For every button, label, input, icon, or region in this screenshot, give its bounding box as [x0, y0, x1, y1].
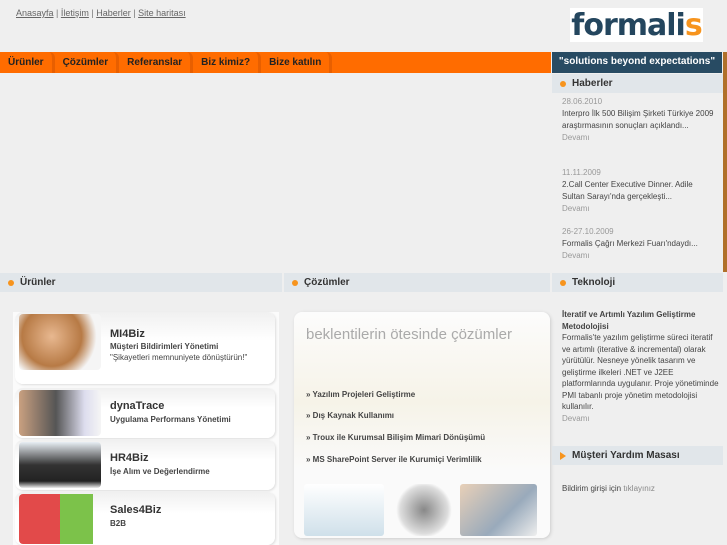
helpdesk-title: Müşteri Yardım Masası: [572, 450, 680, 461]
news-more-link[interactable]: Devamı: [562, 132, 717, 144]
news-item: 11.11.2009 2.Call Center Executive Dinner…: [562, 167, 717, 215]
product-sales4biz[interactable]: Sales4Biz B2B: [15, 492, 275, 545]
product-image: [19, 314, 101, 370]
team-image: [460, 484, 537, 536]
helpdesk-text: Bildirim girişi için tıklayınız: [562, 484, 655, 493]
solution-link[interactable]: » Troux ile Kurumsal Bilişim Mimari Dönü…: [306, 433, 485, 442]
news-date: 11.11.2009: [562, 168, 601, 177]
nav-biz-kimiz[interactable]: Biz kimiz?: [193, 52, 262, 73]
solution-link[interactable]: » MS SharePoint Server ile Kurumiçi Veri…: [306, 455, 482, 464]
helpdesk-label: Bildirim girişi için: [562, 484, 624, 493]
link-sitemap[interactable]: Site haritası: [138, 8, 186, 18]
solutions-title: Çözümler: [304, 277, 350, 288]
news-text: Formalis Çağrı Merkezi Fuarı'ndaydı...: [562, 239, 698, 248]
nav-cozumler[interactable]: Çözümler: [55, 52, 120, 73]
technology-heading: İteratif ve Artımlı Yazılım Geliştirme M…: [562, 310, 696, 331]
technology-header: Teknoloji: [552, 273, 723, 292]
product-quote: "Şikayetleri memnuniyete dönüştürün!": [110, 353, 248, 362]
technology-body: Formalis'te yazılım geliştirme süreci it…: [562, 333, 719, 411]
news-text: Interpro İlk 500 Bilişim Şirketi Türkiye…: [562, 109, 714, 130]
news-more-link[interactable]: Devamı: [562, 250, 717, 262]
link-news[interactable]: Haberler: [96, 8, 131, 18]
products-box: MI4Biz Müşteri Bildirimleri Yönetimi "Şi…: [13, 312, 279, 545]
bullet-icon: [560, 81, 566, 87]
solutions-box: beklentilerin ötesinde çözümler » Yazılı…: [294, 312, 550, 538]
news-text: 2.Call Center Executive Dinner. Adile Su…: [562, 180, 693, 201]
technology-title: Teknoloji: [572, 277, 616, 288]
slogan: "solutions beyond expectations": [552, 52, 722, 73]
arrow-right-icon: [560, 452, 566, 460]
product-subtitle: B2B: [110, 519, 127, 528]
product-subtitle: Müşteri Bildirimleri Yönetimi: [110, 342, 219, 351]
bullet-icon: [292, 280, 298, 286]
product-hr4biz[interactable]: HR4Biz İşe Alım ve Değerlendirme: [15, 440, 275, 490]
technology-more-link[interactable]: Devamı: [562, 414, 590, 423]
product-name: Sales4Biz: [110, 504, 162, 516]
technology-content: İteratif ve Artımlı Yazılım Geliştirme M…: [562, 309, 720, 424]
product-mi4biz[interactable]: MI4Biz Müşteri Bildirimleri Yönetimi "Şi…: [15, 312, 275, 384]
news-header: Haberler: [552, 74, 723, 93]
product-image: [19, 390, 101, 436]
solution-link[interactable]: » Dış Kaynak Kullanımı: [306, 411, 394, 420]
news-date: 26-27.10.2009: [562, 227, 614, 236]
scroll-edge: [723, 52, 727, 272]
logo-accent: s: [684, 7, 703, 43]
main-nav: Ürünler Çözümler Referanslar Biz kimiz? …: [0, 52, 551, 73]
helpdesk-header: Müşteri Yardım Masası: [552, 446, 723, 465]
products-title: Ürünler: [20, 277, 56, 288]
formalis-logo[interactable]: formali s: [570, 7, 703, 43]
link-contact[interactable]: İletişim: [61, 8, 89, 18]
bullet-icon: [560, 280, 566, 286]
network-image: [304, 484, 384, 536]
news-item: 26-27.10.2009 Formalis Çağrı Merkezi Fuar…: [562, 226, 717, 262]
helpdesk-link[interactable]: tıklayınız: [623, 484, 655, 493]
product-name: HR4Biz: [110, 452, 149, 464]
products-header: Ürünler: [0, 273, 282, 292]
bullet-icon: [8, 280, 14, 286]
product-name: dynaTrace: [110, 400, 165, 412]
product-dynatrace[interactable]: dynaTrace Uygulama Performans Yönetimi: [15, 388, 275, 438]
solutions-header: Çözümler: [284, 273, 550, 292]
news-title: Haberler: [572, 78, 613, 89]
logo-text: formali: [571, 7, 686, 43]
news-item: 28.06.2010 Interpro İlk 500 Bilişim Şirke…: [562, 96, 717, 144]
product-image: [19, 494, 101, 544]
news-more-link[interactable]: Devamı: [562, 203, 717, 215]
link-home[interactable]: Anasayfa: [16, 8, 54, 18]
nav-bize-katilin[interactable]: Bize katılın: [261, 52, 333, 73]
product-subtitle: İşe Alım ve Değerlendirme: [110, 467, 210, 476]
product-name: MI4Biz: [110, 328, 145, 340]
solution-link[interactable]: » Yazılım Projeleri Geliştirme: [306, 390, 415, 399]
news-date: 28.06.2010: [562, 97, 603, 106]
top-links: Anasayfa | İletişim | Haberler | Site ha…: [16, 8, 186, 18]
product-subtitle: Uygulama Performans Yönetimi: [110, 415, 231, 424]
puzzle-key-image: [394, 484, 454, 536]
nav-urunler[interactable]: Ürünler: [0, 52, 55, 73]
solutions-heading: beklentilerin ötesinde çözümler: [306, 326, 512, 343]
product-image: [19, 442, 101, 488]
nav-referanslar[interactable]: Referanslar: [119, 52, 194, 73]
